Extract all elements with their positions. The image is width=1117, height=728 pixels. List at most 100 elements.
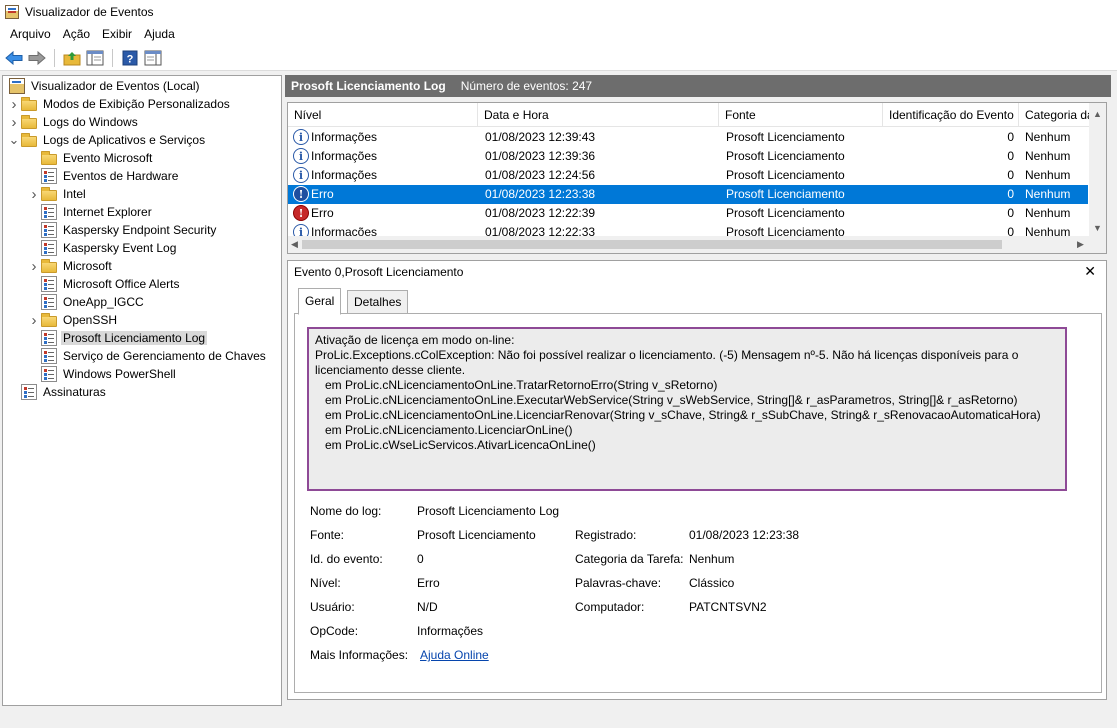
tree-item[interactable]: Prosoft Licenciamento Log [27, 329, 208, 347]
tree-item[interactable]: › Microsoft [27, 257, 114, 275]
tree-item[interactable]: Assinaturas [7, 383, 108, 401]
navigation-tree[interactable]: Visualizador de Eventos (Local) › Modos de… [2, 75, 282, 706]
tree-item-label: OneApp_IGCC [63, 295, 144, 309]
tree-item-label: Kaspersky Event Log [63, 241, 177, 255]
chevron-right-icon[interactable]: › [27, 257, 41, 275]
tree-item[interactable]: Visualizador de Eventos (Local) [5, 77, 202, 95]
user-value: N/D [417, 600, 438, 614]
message-line: Ativação de licença em modo on-line: [315, 333, 515, 347]
info-icon: i [293, 167, 309, 183]
tree-item[interactable]: › Logs do Windows [7, 113, 140, 131]
scroll-up-icon[interactable]: ▲ [1093, 109, 1102, 119]
chevron-right-icon[interactable]: › [27, 185, 41, 203]
log-icon [41, 240, 57, 256]
table-row[interactable]: i Informações 01/08/2023 12:24:56 Prosoft L… [288, 166, 1088, 185]
chevron-right-icon[interactable]: › [7, 95, 21, 113]
table-row[interactable]: i Informações 01/08/2023 12:39:36 Prosoft L… [288, 147, 1088, 166]
error-icon: ! [293, 205, 309, 221]
tree-item[interactable]: Evento Microsoft [27, 149, 154, 167]
chevron-down-icon[interactable]: ⌄ [7, 131, 21, 149]
tree-item[interactable]: › OpenSSH [27, 311, 119, 329]
computer-label: Computador: [575, 600, 645, 614]
log-icon [21, 384, 37, 400]
vertical-scrollbar[interactable]: ▲ ▼ [1089, 103, 1106, 253]
source-cell: Prosoft Licenciamento [726, 149, 845, 163]
message-line: em ProLic.cWseLicServicos.AtivarLicencaO… [315, 438, 596, 452]
table-row[interactable]: ! Erro 01/08/2023 12:22:39 Prosoft Licencia… [288, 204, 1088, 223]
tree-item[interactable]: Serviço de Gerenciamento de Chaves [27, 347, 268, 365]
log-icon [41, 168, 57, 184]
date-cell: 01/08/2023 12:23:38 [485, 187, 596, 201]
column-header-event-id[interactable]: Identificação do Evento [883, 103, 1019, 127]
log-icon [41, 204, 57, 220]
tree-item[interactable]: Eventos de Hardware [27, 167, 180, 185]
log-title: Prosoft Licenciamento Log [291, 79, 446, 93]
source-cell: Prosoft Licenciamento [726, 187, 845, 201]
log-icon [41, 276, 57, 292]
event-message-box[interactable]: Ativação de licença em modo on-line: Pro… [307, 327, 1067, 491]
back-arrow-icon[interactable] [4, 48, 24, 68]
message-line: em ProLic.cNLicenciamentoOnLine.Executar… [315, 393, 1018, 407]
more-info-label: Mais Informações: [310, 648, 409, 662]
tree-item-label: Serviço de Gerenciamento de Chaves [63, 349, 266, 363]
tree-item[interactable]: Internet Explorer [27, 203, 154, 221]
column-header-date[interactable]: Data e Hora [478, 103, 719, 127]
info-icon: i [293, 148, 309, 164]
table-row[interactable]: ! Erro 01/08/2023 12:23:38 Prosoft Licencia… [288, 185, 1088, 204]
scroll-left-icon[interactable]: ◀ [291, 239, 298, 250]
help-icon[interactable]: ? [120, 48, 140, 68]
column-header-source[interactable]: Fonte [719, 103, 883, 127]
scroll-down-icon[interactable]: ▼ [1093, 223, 1102, 233]
tab-geral[interactable]: Geral [298, 288, 342, 315]
folder-icon [21, 133, 37, 147]
horizontal-scrollbar[interactable]: ◀ ▶ [288, 236, 1091, 253]
folder-icon [41, 313, 57, 327]
tree-item[interactable]: ⌄ Logs de Aplicativos e Serviços [7, 131, 207, 149]
tree-item-label: Microsoft [63, 259, 112, 273]
scroll-right-icon[interactable]: ▶ [1077, 239, 1084, 250]
folder-icon [41, 151, 57, 165]
horizontal-scroll-thumb[interactable] [302, 240, 1002, 249]
level-value: Erro [417, 576, 440, 590]
tree-item[interactable]: Microsoft Office Alerts [27, 275, 181, 293]
show-hide-tree-icon[interactable] [85, 48, 105, 68]
menu-ajuda[interactable]: Ajuda [138, 27, 181, 41]
tree-item[interactable]: OneApp_IGCC [27, 293, 146, 311]
message-line: em ProLic.cNLicenciamentoOnLine.Licencia… [315, 408, 1041, 422]
tree-item[interactable]: Kaspersky Endpoint Security [27, 221, 218, 239]
up-folder-icon[interactable] [62, 48, 82, 68]
column-header-category[interactable]: Categoria da [1019, 103, 1091, 127]
log-icon [41, 348, 57, 364]
menu-exibir[interactable]: Exibir [96, 27, 138, 41]
error-icon: ! [293, 186, 309, 202]
tree-item[interactable]: Windows PowerShell [27, 365, 178, 383]
table-row[interactable]: i Informações 01/08/2023 12:39:43 Prosoft L… [288, 128, 1088, 147]
log-name-value: Prosoft Licenciamento Log [417, 504, 560, 518]
more-info-link[interactable]: Ajuda Online [420, 648, 489, 662]
events-table-header: Nível Data e Hora Fonte Identificação do… [288, 103, 1106, 127]
tree-item[interactable]: › Intel [27, 185, 88, 203]
chevron-right-icon[interactable]: › [27, 311, 41, 329]
tab-detalhes[interactable]: Detalhes [347, 290, 409, 314]
chevron-right-icon[interactable]: › [7, 113, 21, 131]
event-id-cell: 0 [1007, 187, 1014, 201]
menu-arquivo[interactable]: Arquivo [4, 27, 57, 41]
close-icon[interactable]: ✕ [1084, 263, 1096, 280]
tree-item[interactable]: Kaspersky Event Log [27, 239, 178, 257]
log-icon [41, 222, 57, 238]
event-count: Número de eventos: 247 [460, 79, 593, 93]
events-table[interactable]: Nível Data e Hora Fonte Identificação do… [287, 102, 1107, 254]
menu-acao[interactable]: Ação [57, 27, 96, 41]
date-cell: 01/08/2023 12:39:43 [485, 130, 596, 144]
properties-icon[interactable] [143, 48, 163, 68]
forward-arrow-icon[interactable] [27, 48, 47, 68]
event-detail-panel: Evento 0,Prosoft Licenciamento ✕ Geral D… [287, 260, 1107, 700]
tree-item[interactable]: › Modos de Exibição Personalizados [7, 95, 232, 113]
source-cell: Prosoft Licenciamento [726, 206, 845, 220]
column-header-level[interactable]: Nível [288, 103, 478, 127]
